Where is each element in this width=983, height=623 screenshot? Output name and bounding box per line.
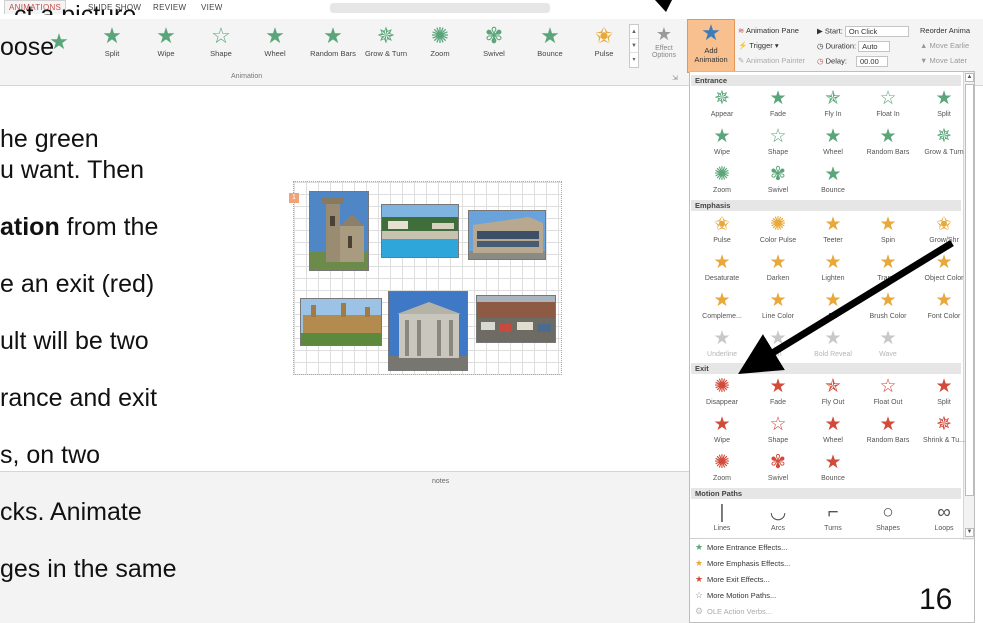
arrow-to-disappear	[738, 240, 954, 374]
annotation-arrows	[655, 0, 954, 374]
powerpoint-window: ANIMATIONS SLIDE SHOW REVIEW VIEW ★ ★ Sp…	[0, 0, 983, 623]
arrow-top-tip	[655, 0, 672, 12]
slide-number: 16	[919, 583, 953, 616]
